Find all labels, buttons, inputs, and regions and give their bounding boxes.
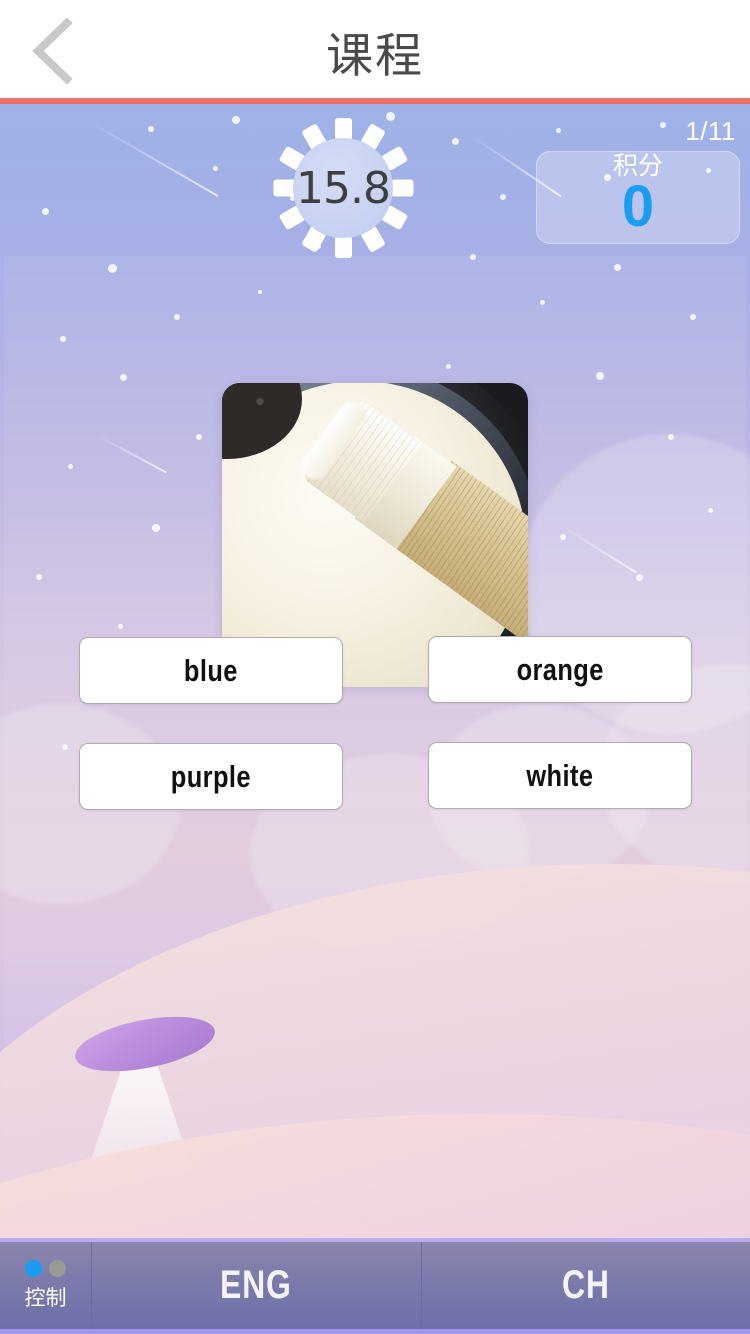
bottom-toolbar: 控制 ENG CH [0,1238,750,1334]
language-label-eng: ENG [220,1263,293,1307]
language-label-ch: CH [561,1263,610,1307]
answer-button-2[interactable]: orange [428,636,692,703]
answer-button-4[interactable]: white [428,742,692,809]
answer-label: orange [516,651,604,687]
language-button-ch[interactable]: CH [420,1242,750,1329]
language-button-eng[interactable]: ENG [92,1242,421,1329]
timer-value: 15.8 [296,162,391,214]
score-panel[interactable]: 积分 0 [536,151,740,244]
app-header: 课程 [0,0,750,102]
status-dot-active-icon [25,1259,42,1277]
control-status-dots [25,1259,66,1277]
page-title: 课程 [326,28,424,84]
countdown-timer: 15.8 [273,118,413,258]
question-counter: 1/11 [685,116,736,146]
answer-label: blue [184,652,238,688]
timer-face: 15.8 [293,138,393,238]
control-button[interactable]: 控制 [0,1242,92,1329]
answer-button-3[interactable]: purple [79,743,343,810]
quiz-screen: 课程 1/11 积分 0 15.8 blue orange purple whi… [0,0,750,1334]
answer-label: purple [170,758,252,794]
header-divider [0,98,750,104]
answer-label: white [526,757,594,793]
status-dot-inactive-icon [49,1259,66,1277]
score-value: 0 [621,174,655,240]
answer-button-1[interactable]: blue [79,637,343,704]
control-label: 控制 [24,1285,67,1310]
